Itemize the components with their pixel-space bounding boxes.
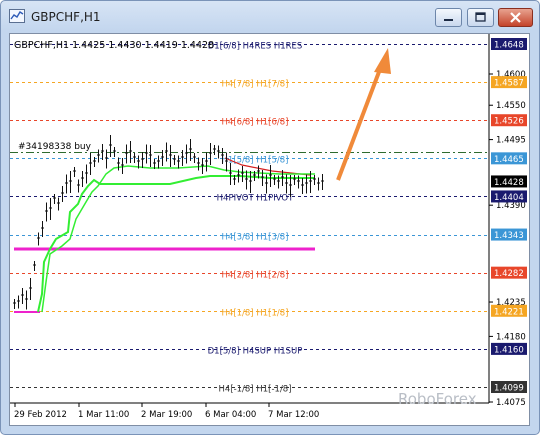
price-tick-label: 1.4550	[496, 101, 526, 111]
close-icon	[510, 12, 521, 23]
time-tick-label: 6 Mar 04:00	[205, 410, 256, 420]
level-label: D1[5/8] H4SUP H1SUP	[208, 347, 303, 357]
maximize-icon	[475, 12, 486, 22]
level-label: H4[-1/8] H1[-1/8]	[218, 385, 291, 395]
level-label: H4PIVOT H1PIVOT	[217, 194, 294, 204]
level-label: H4[3/8] H1[3/8]	[222, 233, 289, 243]
time-tick-label: 7 Mar 12:00	[268, 410, 319, 420]
chart-area[interactable]: D1[6/8] H4RES H1RES H4[7/8] H1[7/8] H4[6/8…	[9, 33, 530, 426]
level-price-tag-text: 1.4404	[494, 193, 524, 203]
level-price-tag-text: 1.4465	[494, 155, 524, 165]
level-price-tag-text: 1.4099	[494, 384, 524, 394]
maximize-button[interactable]	[467, 8, 494, 27]
watermark: RoboForex	[398, 390, 477, 408]
level-price-tag-text: 1.4282	[494, 269, 524, 279]
level-label: H4[1/8] H1[1/8]	[222, 309, 289, 319]
price-axis: 1.46001.45501.44951.43901.42351.41801.40…	[489, 38, 527, 408]
level-label: H4[6/8] H1[6/8]	[222, 118, 289, 128]
close-button[interactable]	[498, 8, 533, 27]
level-price-tag-text: 1.4648	[494, 41, 524, 51]
price-tick-label: 1.4495	[496, 136, 526, 146]
title-bar[interactable]: GBPCHF,H1	[1, 1, 539, 33]
level-label: H4[2/8] H1[2/8]	[222, 271, 289, 281]
time-tick-label: 29 Feb 2012	[14, 410, 67, 420]
window-title: GBPCHF,H1	[31, 10, 101, 24]
price-tick-label: 1.4180	[496, 332, 526, 342]
price-tick-label: 1.4075	[496, 398, 526, 408]
time-tick-label: 1 Mar 11:00	[78, 410, 129, 420]
level-price-tag-text: 1.4526	[494, 117, 524, 127]
chart-window: GBPCHF,H1 D1[6/8] H4RES H1RES H4[7/8] H1[…	[0, 0, 540, 435]
chart-window-icon	[9, 9, 25, 23]
order-label: #34198338 buy	[18, 142, 92, 152]
time-axis: 29 Feb 2012 1 Mar 11:00 2 Mar 19:00 6 Mar 0…	[14, 403, 319, 420]
minimize-icon	[444, 19, 453, 21]
time-tick-label: 2 Mar 19:00	[141, 410, 192, 420]
level-label: D1[6/8] H4RES H1RES	[208, 42, 303, 52]
level-price-tag-text: 1.4160	[494, 345, 524, 355]
current-price-tag-text: 1.4428	[494, 178, 524, 188]
chart-header: GBPCHF,H1 1.4425 1.4430 1.4419 1.4428	[14, 40, 214, 51]
level-price-tag-text: 1.4221	[494, 307, 524, 317]
minimize-button[interactable]	[435, 8, 462, 27]
level-price-tag-text: 1.4587	[494, 79, 524, 89]
level-label: H4[7/8] H1[7/8]	[222, 80, 289, 90]
level-price-tag-text: 1.4343	[494, 231, 524, 241]
price-chart[interactable]: D1[6/8] H4RES H1RES H4[7/8] H1[7/8] H4[6/8…	[10, 34, 529, 425]
